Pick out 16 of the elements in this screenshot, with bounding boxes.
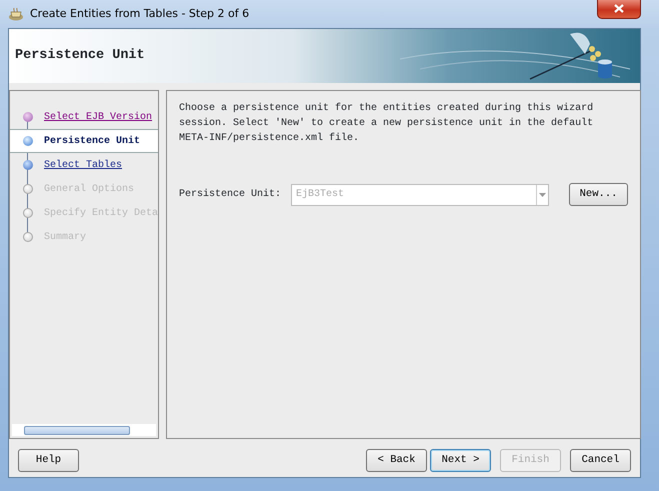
close-icon [614,4,624,13]
wizard-button[interactable]: Help [18,449,79,472]
horizontal-scrollbar[interactable] [12,424,156,436]
description-text: Choose a persistence unit for the entities created during this wizard session. Select 'New' to create a new persistence unit in the default META-INF/persistence.xml file. [179,102,594,146]
new-button[interactable]: New... [569,183,628,206]
page-heading: Persistence Unit [14,46,145,65]
field-label: Persistence Unit: [179,188,282,202]
coffee-cup-icon [8,7,24,21]
wizard-button[interactable]: < Back [366,449,427,472]
wizard-button[interactable]: Cancel [570,449,631,472]
close-button[interactable] [597,0,641,19]
window-title: Create Entities from Tables - Step 2 of 6 [30,6,250,22]
wizard-step[interactable]: Select Tables [44,158,122,172]
wizard-step[interactable]: Select EJB Version [44,110,152,124]
wizard-button[interactable]: Next > [430,449,491,472]
dropdown-arrow-icon [539,192,546,196]
